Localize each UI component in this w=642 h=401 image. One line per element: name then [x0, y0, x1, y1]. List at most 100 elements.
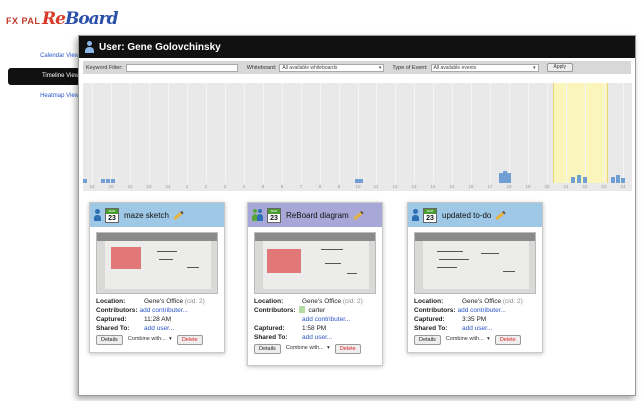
details-button[interactable]: Details: [414, 335, 441, 345]
timeline-gridline: [225, 83, 226, 183]
capture-card[interactable]: MAR 23 ReBoard diagram Location: Gene's …: [247, 202, 383, 366]
nav-heatmap-view[interactable]: Heatmap View: [8, 88, 83, 105]
shared-row: Shared To: add user...: [254, 333, 376, 342]
contributors-label: Contributors:: [96, 307, 138, 314]
timeline-tick-label: 23: [601, 184, 607, 189]
apply-button[interactable]: Apply: [546, 63, 574, 72]
add-contributor-link[interactable]: add contributer...: [458, 306, 506, 315]
captured-row: Captured: 11:28 AM: [96, 315, 218, 324]
thumb-red-sketch: [111, 247, 141, 269]
timeline-selection-highlight[interactable]: [553, 83, 608, 183]
timeline-tick-label: 2: [204, 184, 208, 189]
timeline-chart[interactable]: 18 20 22 23 24 1 2 3 4 5 6 7 8 9 10 11 12 13 14 15 16 17 18 19 2…: [83, 83, 632, 191]
keyword-filter-input[interactable]: [125, 63, 238, 72]
card-actions: Details Combine with... ▾ Delete: [90, 333, 224, 350]
timeline-activity-bar[interactable]: [611, 177, 615, 183]
pencil-edit-icon[interactable]: [353, 210, 364, 220]
timeline-gridline: [376, 83, 377, 183]
whiteboard-select[interactable]: All available whiteboards ▾: [279, 63, 385, 72]
timeline-tick-label: 14: [430, 184, 436, 189]
pencil-edit-icon[interactable]: [495, 210, 507, 220]
reboard-logo-text: ReBoard: [42, 9, 119, 29]
card-meta: Location: Gene's Office (cid: 2) Contrib…: [248, 294, 382, 342]
timeline-tick-label: 24: [620, 184, 626, 189]
card-actions: Details Combine with... ▾ Delete: [408, 333, 542, 350]
card-header[interactable]: MAR 23 updated to-do: [408, 203, 542, 227]
calendar-day: 23: [108, 214, 116, 222]
combine-with-select[interactable]: Combine with... ▾: [284, 344, 332, 354]
add-user-link[interactable]: add user...: [302, 333, 332, 342]
whiteboard-thumbnail[interactable]: [414, 232, 536, 294]
thumb-red-sketch: [267, 249, 301, 273]
event-type-select[interactable]: All available events ▾: [430, 63, 539, 72]
panel-titlebar: User: Gene Golovchinsky: [79, 36, 635, 58]
timeline-gridline: [244, 83, 245, 183]
timeline-activity-bar[interactable]: [106, 179, 110, 183]
calendar-day: 23: [270, 214, 278, 222]
pencil-edit-icon[interactable]: [173, 210, 184, 220]
captured-value: 1:58 PM: [302, 325, 327, 332]
thumb-ink: [439, 259, 469, 260]
timeline-activity-bar[interactable]: [621, 178, 625, 183]
timeline-activity-bar[interactable]: [359, 179, 363, 183]
timeline-tick-label: 13: [411, 184, 417, 189]
location-id: (cid: 2): [184, 298, 205, 305]
timeline-activity-bar[interactable]: [83, 179, 87, 183]
thumb-ink: [347, 273, 357, 274]
add-contributor-link[interactable]: add contributer...: [140, 306, 188, 315]
delete-button[interactable]: Delete: [176, 335, 203, 345]
timeline-gridline: [130, 83, 131, 183]
timeline-activity-bar[interactable]: [507, 173, 511, 183]
card-actions: Details Combine with... ▾ Delete: [248, 342, 382, 359]
timeline-activity-bar[interactable]: [577, 175, 581, 183]
delete-button[interactable]: Delete: [494, 335, 521, 345]
timeline-activity-bar[interactable]: [583, 177, 587, 183]
card-header[interactable]: MAR 23 maze sketch: [90, 203, 224, 227]
combine-with-select[interactable]: Combine with... ▾: [444, 335, 492, 345]
location-label: Location:: [96, 298, 126, 305]
add-user-link[interactable]: add user...: [462, 324, 492, 333]
timeline-tick-label: 20: [544, 184, 550, 189]
card-header[interactable]: MAR 23 ReBoard diagram: [248, 203, 382, 227]
timeline-tick-label: 3: [223, 184, 227, 189]
person-icon: [94, 209, 102, 221]
thumb-ink: [321, 249, 343, 250]
capture-card[interactable]: MAR 23 updated to-do Location: Gene's Of…: [407, 202, 543, 353]
add-contributor-link[interactable]: add contributer...: [302, 315, 350, 324]
contributor-name[interactable]: carter: [309, 306, 326, 315]
contributors-label: Contributors:: [414, 307, 456, 314]
capture-card[interactable]: MAR 23 maze sketch Location: Gene's Offi…: [89, 202, 225, 353]
timeline-gridline: [187, 83, 188, 183]
timeline-gridline: [149, 83, 150, 183]
timeline-gridline: [509, 83, 510, 183]
delete-button[interactable]: Delete: [334, 344, 361, 354]
location-row: Location: Gene's Office (cid: 2): [96, 297, 218, 306]
location-row: Location: Gene's Office (cid: 2): [254, 297, 376, 306]
details-button[interactable]: Details: [96, 335, 123, 345]
chevron-down-icon: ▾: [169, 336, 172, 342]
timeline-tick-label: 19: [525, 184, 531, 189]
contributors-label: Contributors:: [254, 307, 296, 314]
logo-board: Board: [64, 9, 119, 29]
combine-with-select[interactable]: Combine with... ▾: [126, 335, 174, 345]
calendar-icon: MAR 23: [267, 207, 281, 223]
add-user-link[interactable]: add user...: [144, 324, 174, 333]
nav-timeline-view[interactable]: Timeline View: [8, 68, 83, 85]
details-button[interactable]: Details: [254, 344, 281, 354]
timeline-gridline: [452, 83, 453, 183]
whiteboard-thumbnail[interactable]: [96, 232, 218, 294]
timeline-activity-bar[interactable]: [101, 179, 105, 183]
timeline-tick-label: 6: [280, 184, 284, 189]
reboard-logo[interactable]: FX PAL ReBoard: [6, 8, 119, 36]
timeline-activity-bar[interactable]: [111, 179, 115, 183]
location-row: Location: Gene's Office (cid: 2): [414, 297, 536, 306]
location-value: Gene's Office: [302, 298, 342, 305]
timeline-activity-bar[interactable]: [571, 177, 575, 183]
timeline-gridline: [414, 83, 415, 183]
timeline-activity-bar[interactable]: [616, 175, 620, 183]
person-icon: [412, 209, 420, 221]
timeline-gridline: [528, 83, 529, 183]
nav-calendar-view[interactable]: Calendar View: [8, 48, 83, 65]
calendar-icon: MAR 23: [105, 207, 119, 223]
whiteboard-thumbnail[interactable]: [254, 232, 376, 294]
